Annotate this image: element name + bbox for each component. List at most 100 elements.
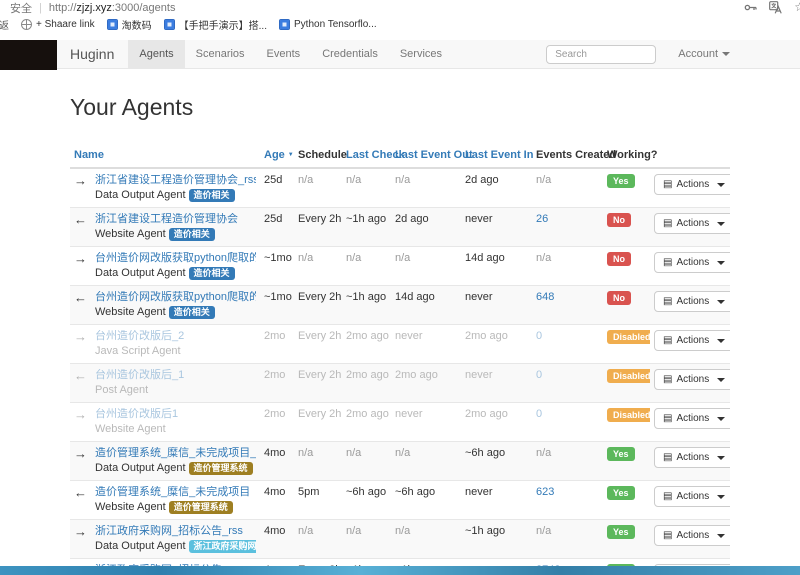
actions-button[interactable]: ▤ Actions (654, 252, 730, 273)
brand-logo[interactable]: Huginn (70, 40, 114, 68)
bookmark-label: + Shaare link (36, 19, 95, 30)
agent-name-link[interactable]: 浙江政府采购网_招标公告_rss (95, 525, 256, 538)
table-row: → 浙江省建设工程造价管理协会_rss Data Output Agent造价相… (70, 168, 730, 208)
account-menu[interactable]: Account (678, 40, 730, 68)
last-event-out-cell: never (391, 403, 461, 442)
bookmark-label: 返 (0, 17, 9, 32)
last-check-cell: ~6h ago (342, 481, 391, 520)
table-row: → 造价管理系统_糜信_未完成项目_rss Data Output Agent造… (70, 442, 730, 481)
bookmark-star-icon[interactable]: ☆ (794, 0, 800, 15)
column-header-name[interactable]: Name (70, 144, 260, 168)
last-event-out-cell: n/a (391, 442, 461, 481)
column-header-last-event-in[interactable]: Last Event In (461, 144, 532, 168)
agent-name-link[interactable]: 浙江省建设工程造价管理协会_rss (95, 174, 256, 187)
bookmark-item[interactable]: Python Tensorflo... (273, 19, 383, 30)
agent-name-link[interactable]: 浙江省建设工程造价管理协会 (95, 213, 238, 226)
list-grid-icon: ▤ (663, 258, 672, 268)
bookmark-item[interactable]: 返 (0, 17, 15, 32)
url-path: :3000/agents (112, 2, 176, 14)
agent-tag-badge[interactable]: 造价管理系统 (169, 501, 233, 514)
last-event-in-cell: 14d ago (461, 247, 532, 286)
actions-button[interactable]: ▤ Actions (654, 486, 730, 507)
events-created-cell: 26 (532, 208, 603, 247)
actions-button[interactable]: ▤ Actions (654, 525, 730, 546)
background-window-fragment (0, 40, 57, 70)
events-created-cell: n/a (532, 442, 603, 481)
last-event-in-cell: 2mo ago (461, 325, 532, 364)
agent-tag-badge[interactable]: 造价相关 (189, 267, 235, 280)
working-cell: No (603, 247, 650, 286)
actions-button[interactable]: ▤ Actions (654, 291, 730, 312)
nav-item-scenarios[interactable]: Scenarios (185, 40, 256, 68)
agent-tag-badge[interactable]: 造价相关 (189, 189, 235, 202)
nav-item-credentials[interactable]: Credentials (311, 40, 389, 68)
page-title: Your Agents (70, 94, 730, 121)
schedule-cell: 5pm (294, 481, 342, 520)
events-created-link[interactable]: 648 (536, 291, 554, 303)
agent-name-link[interactable]: 台州造价网改版获取python爬取的数据_rss (95, 252, 256, 265)
list-grid-icon: ▤ (663, 492, 672, 502)
agent-name-link[interactable]: 台州造价改版后1 (95, 408, 178, 421)
nav-item-events[interactable]: Events (256, 40, 312, 68)
agent-type-label: Website Agent (95, 306, 166, 318)
last-check-cell: n/a (342, 442, 391, 481)
agent-name-link[interactable]: 台州造价网改版获取python爬取的数据 (95, 291, 256, 304)
favicon (279, 19, 290, 30)
agent-name-link[interactable]: 台州造价改版后_1 (95, 369, 184, 382)
chevron-down-icon (722, 52, 730, 56)
agent-type-label: Post Agent (95, 384, 148, 396)
age-cell: 2mo (260, 403, 294, 442)
agent-tag-badge[interactable]: 造价管理系统 (189, 462, 253, 475)
column-header-age[interactable]: Age▼ (260, 144, 294, 168)
last-event-out-cell: 14d ago (391, 286, 461, 325)
url-separator: | (39, 2, 42, 14)
account-label: Account (678, 48, 718, 60)
agent-name-link[interactable]: 造价管理系统_糜信_未完成项目_rss (95, 447, 256, 460)
direction-arrow-icon: → (74, 174, 87, 202)
favicon (107, 19, 118, 30)
table-row: ← 造价管理系统_糜信_未完成项目 Website Agent造价管理系统 4m… (70, 481, 730, 520)
column-header-last-event-out[interactable]: Last Event Out (391, 144, 461, 168)
age-cell: 25d (260, 168, 294, 208)
list-grid-icon: ▤ (663, 531, 672, 541)
url-scheme: http:// (49, 2, 77, 14)
working-badge: No (607, 213, 631, 227)
nav-item-services[interactable]: Services (389, 40, 453, 68)
events-created-link[interactable]: 0 (536, 408, 542, 420)
last-check-cell: n/a (342, 168, 391, 208)
agent-tag-badge[interactable]: 浙江政府采购网 (189, 540, 256, 553)
last-check-cell: 2mo ago (342, 364, 391, 403)
events-created-cell: n/a (532, 168, 603, 208)
search-input[interactable] (546, 45, 656, 64)
actions-button[interactable]: ▤ Actions (654, 369, 730, 390)
events-created-link[interactable]: 26 (536, 213, 548, 225)
key-icon[interactable] (744, 1, 757, 14)
events-created-link[interactable]: 623 (536, 486, 554, 498)
bookmark-item[interactable]: 【手把手演示】搭... (158, 17, 273, 32)
actions-button[interactable]: ▤ Actions (654, 408, 730, 429)
sort-caret-icon: ▼ (288, 152, 294, 158)
main-content: Your Agents Name Age▼ Schedule Last Chec… (0, 94, 800, 575)
last-event-in-cell: never (461, 364, 532, 403)
actions-button[interactable]: ▤ Actions (654, 447, 730, 468)
translate-icon[interactable] (769, 1, 782, 14)
agent-name-link[interactable]: 台州造价改版后_2 (95, 330, 184, 343)
actions-button[interactable]: ▤ Actions (654, 330, 730, 351)
nav-item-agents[interactable]: Agents (128, 40, 184, 68)
address-bar[interactable]: 安全 | http://zjzj.xyz:3000/agents ☆ (0, 0, 800, 15)
agent-tag-badge[interactable]: 造价相关 (169, 228, 215, 241)
nav-items: AgentsScenariosEventsCredentialsServices (128, 40, 453, 68)
events-created-link[interactable]: 0 (536, 369, 542, 381)
age-cell: 4mo (260, 442, 294, 481)
events-created-link[interactable]: 0 (536, 330, 542, 342)
actions-button[interactable]: ▤ Actions (654, 213, 730, 234)
bookmark-item[interactable]: 淘数码 (101, 17, 158, 32)
actions-button[interactable]: ▤ Actions (654, 174, 730, 195)
agent-tag-badge[interactable]: 造价相关 (169, 306, 215, 319)
security-label: 安全 (10, 0, 32, 16)
schedule-cell: n/a (294, 520, 342, 559)
column-header-last-check[interactable]: Last Check (342, 144, 391, 168)
last-event-out-cell: never (391, 325, 461, 364)
agent-name-link[interactable]: 造价管理系统_糜信_未完成项目 (95, 486, 250, 499)
bookmark-item[interactable]: + Shaare link (15, 19, 101, 30)
